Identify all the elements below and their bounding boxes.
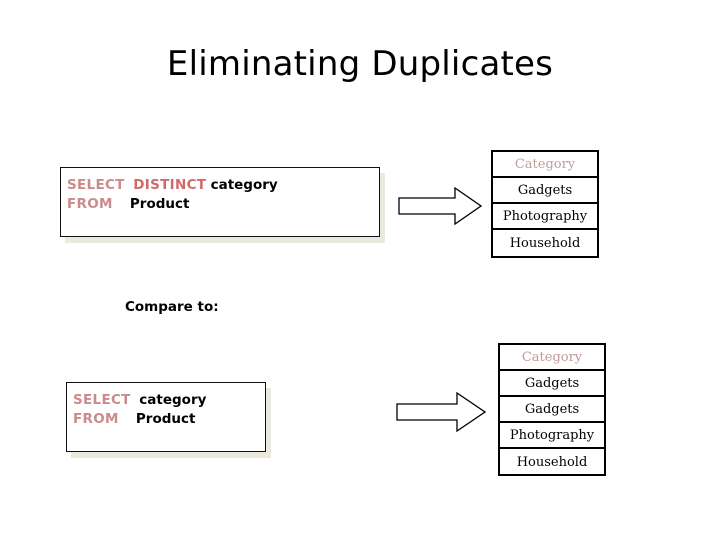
- sql-keyword-from: FROM: [73, 411, 119, 427]
- sql-keyword-from: FROM: [67, 196, 113, 212]
- block-arrow-right-icon: [396, 391, 487, 437]
- sql-code-box-plain: SELECT category FROM Product: [66, 382, 266, 452]
- table-header-category: Category: [500, 345, 604, 371]
- table-row: Gadgets: [493, 178, 597, 204]
- sql-keyword-distinct: DISTINCT: [133, 177, 207, 193]
- sql-space: [119, 411, 136, 427]
- table-row: Photography: [493, 204, 597, 230]
- sql-space: [125, 177, 134, 193]
- sql-keyword-select: SELECT: [73, 392, 131, 408]
- table-row: Gadgets: [500, 371, 604, 397]
- table-row: Photography: [500, 423, 604, 449]
- sql-line-select: SELECT category: [73, 391, 206, 410]
- sql-line-from-product: FROM Product: [73, 410, 195, 429]
- compare-to-label: Compare to:: [125, 299, 219, 315]
- slide-canvas: Eliminating Duplicates SELECT DISTINCT c…: [0, 0, 720, 540]
- sql-identifier-product: Product: [129, 196, 190, 212]
- block-arrow-right-icon: [398, 186, 483, 230]
- sql-identifier-product: Product: [135, 411, 196, 427]
- table-header-category: Category: [493, 152, 597, 178]
- sql-space: [113, 196, 130, 212]
- result-table-plain: Category Gadgets Gadgets Photography Hou…: [498, 343, 606, 476]
- sql-line-from-product: FROM Product: [67, 195, 189, 214]
- table-row: Gadgets: [500, 397, 604, 423]
- sql-identifier-category: category: [139, 392, 207, 408]
- result-table-distinct: Category Gadgets Photography Household: [491, 150, 599, 258]
- page-title: Eliminating Duplicates: [166, 44, 554, 84]
- sql-space: [131, 392, 140, 408]
- table-row: Household: [516, 454, 588, 470]
- sql-keyword-select: SELECT: [67, 177, 125, 193]
- sql-line-select-distinct: SELECT DISTINCT category: [67, 176, 278, 195]
- table-row: Household: [509, 235, 581, 251]
- sql-identifier-category: category: [210, 177, 278, 193]
- sql-code-box-distinct: SELECT DISTINCT category FROM Product: [60, 167, 380, 237]
